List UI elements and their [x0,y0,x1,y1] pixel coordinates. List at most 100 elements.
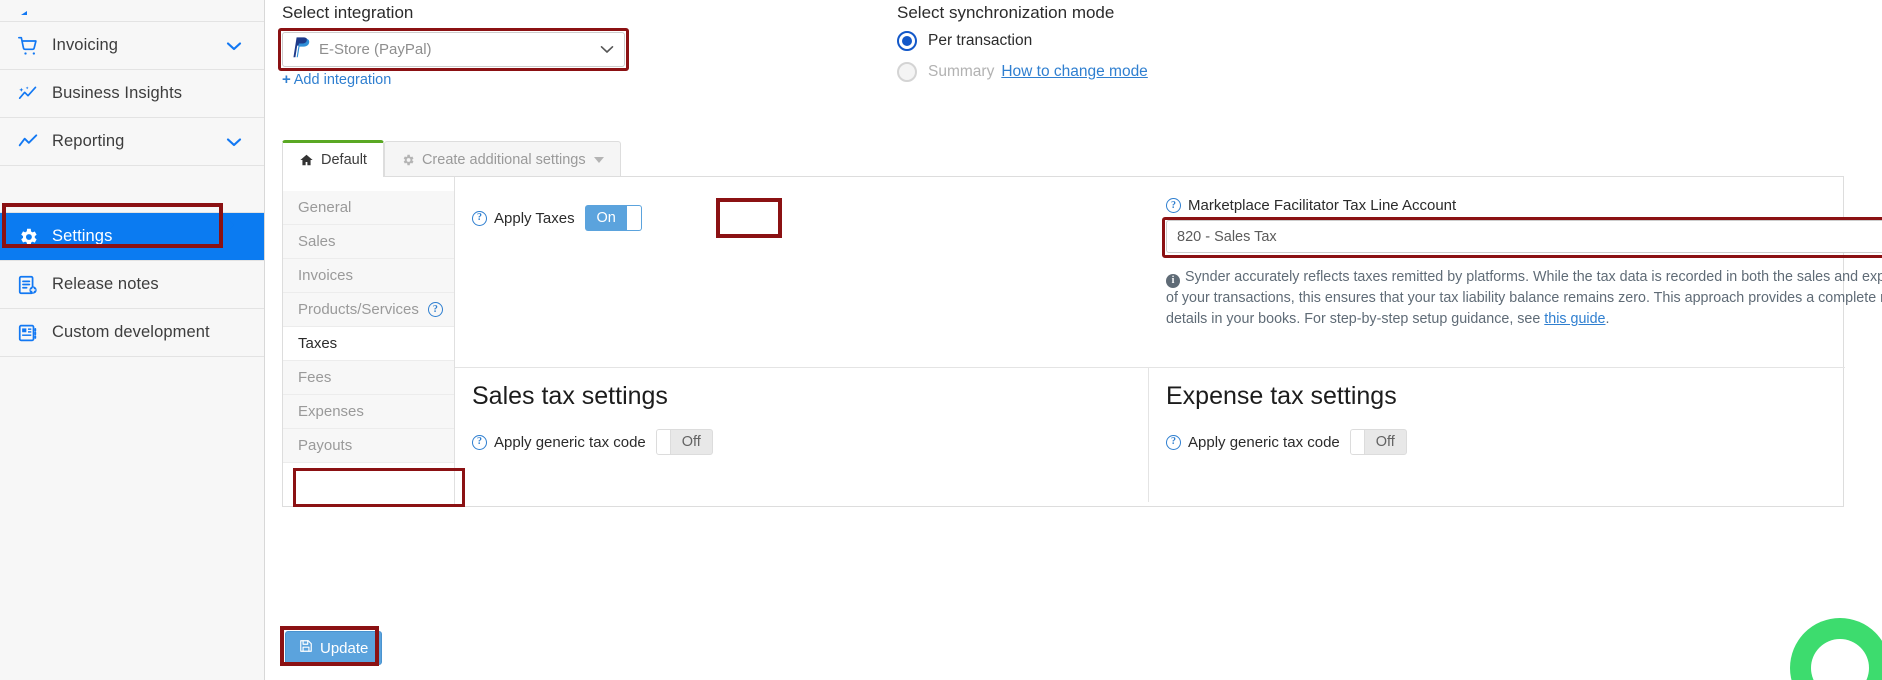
sub-nav-label: Products/Services [298,301,419,318]
gear-icon [401,153,415,167]
plus-icon: + [282,71,291,88]
note-end: . [1605,311,1610,328]
integration-select-wrap: E-Store (PayPal) [282,32,625,67]
toggle-knob [656,430,671,454]
sub-nav-item-general[interactable]: General [283,191,454,225]
tab-label: Default [321,152,367,168]
custom-dev-icon [14,321,42,345]
apply-taxes-row: ? Apply Taxes On [472,205,642,231]
marketplace-facilitator-select[interactable]: 820 - Sales Tax [1166,220,1882,253]
gear-icon [14,225,42,249]
select-integration-title: Select integration [282,3,414,22]
expense-tax-settings-section: Expense tax settings ? Apply generic tax… [1166,382,1407,455]
help-icon[interactable]: ? [472,434,487,450]
chat-widget-button[interactable] [1790,618,1882,680]
sync-option-per-transaction[interactable]: Per transaction [897,31,1032,51]
sync-option-summary[interactable]: Summary How to change mode [897,62,1148,82]
sub-nav-item-fees[interactable]: Fees [283,361,454,395]
sub-nav-label: Taxes [298,335,338,352]
how-to-change-mode-link[interactable]: How to change mode [1001,63,1147,81]
tab-default[interactable]: Default [282,140,384,177]
marketplace-facilitator-label: Marketplace Facilitator Tax Line Account [1188,197,1457,214]
sidebar-spacer [0,166,264,213]
sub-nav-label: Invoices [298,267,354,284]
sidebar-item-reporting[interactable]: Reporting [0,118,264,166]
add-integration-label: Add integration [293,72,392,88]
sub-nav-item-payouts[interactable]: Payouts [283,429,454,463]
marketplace-facilitator-block: ? Marketplace Facilitator Tax Line Accou… [1166,197,1882,253]
main-content: Select integration E-Store (PayPal) + Add… [265,0,1882,680]
insights-icon [14,82,42,106]
apply-taxes-toggle[interactable]: On [584,205,642,231]
marketplace-facilitator-note: i Synder accurately reflects taxes remitt… [1166,267,1882,330]
help-icon[interactable]: ? [1166,434,1181,450]
cart-icon [14,34,42,58]
sidebar-item-release-notes[interactable]: Release notes [0,261,264,309]
integration-select-value: E-Store (PayPal) [319,41,432,58]
sidebar-item-invoicing[interactable]: Invoicing [0,22,264,70]
sidebar-item-partial-top[interactable] [0,0,264,22]
sidebar-item-custom-development[interactable]: Custom development [0,309,264,357]
radio-per-transaction[interactable] [897,31,917,51]
update-button[interactable]: Update [285,631,383,665]
expense-generic-tax-code-toggle[interactable]: Off [1349,429,1407,455]
sub-nav-label: Fees [298,369,332,386]
section-divider-vertical [1148,367,1149,502]
this-guide-link[interactable]: this guide [1544,311,1605,327]
sales-tax-heading: Sales tax settings [472,382,668,410]
sub-nav-item-taxes[interactable]: Taxes [283,327,454,361]
integration-select[interactable]: E-Store (PayPal) [282,32,625,67]
sub-nav-label: Payouts [298,437,353,454]
save-icon [299,639,313,657]
settings-panel: General Sales Invoices Products/Services… [282,176,1882,507]
marketplace-facilitator-label-row: ? Marketplace Facilitator Tax Line Accou… [1166,197,1882,214]
note-text: Synder accurately reflects taxes remitte… [1166,269,1882,328]
help-icon[interactable]: ? [1166,198,1181,213]
expense-tax-heading: Expense tax settings [1166,382,1397,410]
expense-generic-tax-code-row: ? Apply generic tax code Off [1166,429,1407,455]
settings-tabs: Default Create additional settings [282,140,621,177]
tab-create-additional-settings[interactable]: Create additional settings [383,141,621,177]
radio-summary[interactable] [897,62,917,82]
sidebar-item-label: Reporting [52,132,125,150]
radio-label: Per transaction [928,32,1033,49]
sub-nav-item-sales[interactable]: Sales [283,225,454,259]
help-icon[interactable]: ? [427,302,443,317]
radio-label: Summary [928,63,995,80]
toggle-state-label: Off [681,434,701,450]
sub-nav-item-products-services[interactable]: Products/Services ? [283,293,454,327]
sales-generic-tax-code-row: ? Apply generic tax code Off [472,429,713,455]
sidebar-item-business-insights[interactable]: Business Insights [0,70,264,118]
sales-generic-tax-code-label: Apply generic tax code [494,433,646,451]
sub-nav-item-invoices[interactable]: Invoices [283,259,454,293]
marketplace-facilitator-value: 820 - Sales Tax [1177,228,1277,245]
sales-generic-tax-code-toggle[interactable]: Off [655,429,713,455]
trend-line-icon [14,130,42,154]
sub-nav-item-expenses[interactable]: Expenses [283,395,454,429]
sales-tax-settings-section: Sales tax settings ? Apply generic tax c… [472,382,713,455]
chevron-down-icon[interactable] [226,41,242,51]
chevron-down-icon[interactable] [600,41,614,59]
add-integration-link[interactable]: + Add integration [282,71,391,88]
settings-page: Invoicing Business Insights Reporting Se… [0,0,1882,680]
update-label: Update [320,639,369,657]
help-icon[interactable]: ? [472,210,487,226]
sub-nav-label: Sales [298,233,336,250]
sidebar-item-label: Release notes [52,275,159,293]
paypal-icon [291,36,310,63]
tab-label: Create additional settings [421,151,586,168]
toggle-state-label: On [596,210,616,226]
toggle-state-label: Off [1375,434,1395,450]
chevron-down-icon[interactable] [226,137,242,147]
sub-nav-label: Expenses [298,403,364,420]
sidebar: Invoicing Business Insights Reporting Se… [0,0,265,680]
release-notes-icon [14,273,42,297]
sub-nav-label: General [298,199,352,216]
home-icon [299,153,314,167]
section-divider-horizontal [455,367,1845,368]
toggle-knob [1350,430,1365,454]
caret-down-icon[interactable] [593,156,604,163]
info-icon: i [1166,274,1180,289]
sidebar-item-label: Business Insights [52,84,183,102]
sidebar-item-label: Settings [52,227,113,245]
